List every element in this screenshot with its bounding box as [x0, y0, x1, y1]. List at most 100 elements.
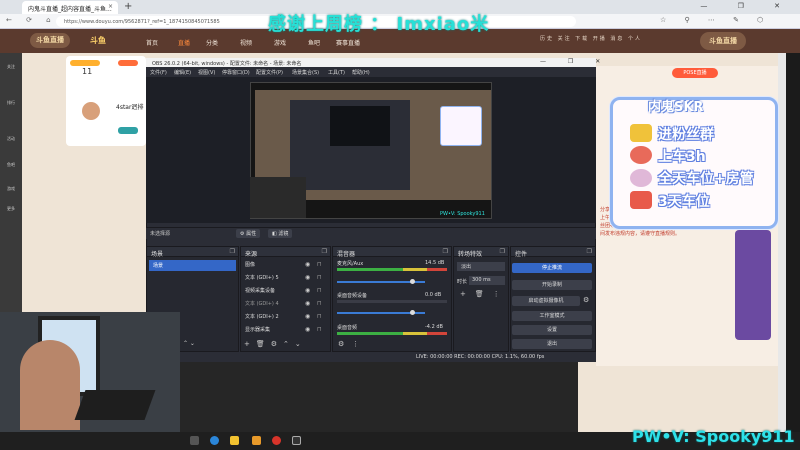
card-number: 11: [82, 67, 93, 76]
browser-tab[interactable]: 内鬼斗直播_超内容直播_斗鱼...: [22, 1, 118, 14]
menu-scene-collection[interactable]: 场景集合(S): [292, 69, 319, 76]
lock-icon[interactable]: ⊓: [317, 313, 322, 320]
folder-icon[interactable]: [230, 436, 239, 445]
mixer-channel-db: 0.0 dB: [425, 292, 442, 298]
eye-icon[interactable]: ◉: [305, 313, 310, 320]
notice-line-4: 3天车位: [658, 194, 710, 210]
stop-streaming-button[interactable]: 停止推流: [512, 263, 592, 273]
mixer-channel-name: 麦克风/Aux: [337, 261, 364, 267]
lock-icon[interactable]: ⊓: [317, 300, 322, 307]
eye-icon[interactable]: ◉: [305, 287, 310, 294]
dock-undock-icon[interactable]: ❐: [230, 248, 235, 255]
status-text: LIVE: 00:00:00 REC: 00:00:00 CPU: 1.1%, …: [416, 354, 545, 360]
start-recording-button[interactable]: 开始录制: [512, 280, 592, 290]
obs-icon[interactable]: [272, 436, 281, 445]
menu-docks[interactable]: 停靠窗口(D): [222, 69, 250, 76]
nav-item-live[interactable]: 直播: [178, 38, 190, 47]
lock-icon[interactable]: ⊓: [317, 261, 322, 268]
dock-undock-icon[interactable]: ❐: [443, 248, 448, 255]
nav-item-home[interactable]: 首页: [146, 38, 158, 47]
sidebar-item-games[interactable]: 游戏: [4, 186, 18, 192]
volume-slider-knob[interactable]: [410, 310, 415, 315]
scene-item-selected[interactable]: 场景: [149, 260, 236, 271]
start-virtual-camera-button[interactable]: 启动虚拟摄像机: [512, 296, 580, 306]
menu-edit[interactable]: 编辑(E): [174, 69, 191, 76]
settings-button[interactable]: 设置: [512, 325, 592, 335]
menu-help[interactable]: 帮助(H): [352, 69, 370, 76]
sidebar-item-activity[interactable]: 活动: [4, 136, 18, 142]
sidebar-item-follow[interactable]: 关注: [4, 64, 18, 70]
nav-item-category[interactable]: 分类: [206, 38, 218, 47]
dock-undock-icon[interactable]: ❐: [500, 248, 505, 255]
browser-tools[interactable]: ☆ ⚲ ⋯ ✎ ⬡: [660, 16, 771, 24]
dock-undock-icon[interactable]: ❐: [587, 248, 592, 255]
mixer-channel-db: -4.2 dB: [425, 324, 443, 330]
app-icon[interactable]: [252, 436, 261, 445]
menu-file[interactable]: 文件(F): [150, 69, 167, 76]
avatar[interactable]: [82, 102, 100, 120]
new-tab-button[interactable]: +: [124, 1, 132, 12]
desktop-area: [178, 362, 578, 432]
studio-mode-button[interactable]: 工作室模式: [512, 311, 592, 321]
rocket-red-icon: [630, 191, 652, 209]
site-logo[interactable]: 斗鱼直播: [30, 33, 70, 48]
source-item[interactable]: 视频采集设备 ◉ ⊓: [245, 287, 325, 299]
card-follow-button[interactable]: [118, 127, 138, 134]
exit-button[interactable]: 退出: [512, 339, 592, 349]
mixer-channel-name: 桌面音频设备: [337, 293, 368, 299]
nav-item-video[interactable]: 视频: [240, 38, 252, 47]
volume-meter: [337, 300, 447, 303]
site-logo-right[interactable]: 斗鱼直播: [700, 32, 746, 50]
scene-move-icons[interactable]: ⌃ ⌄: [183, 340, 195, 347]
mixer-toolbar-icons[interactable]: ⚙⋮: [338, 340, 367, 348]
properties-button[interactable]: ⚙ 属性: [236, 229, 261, 238]
page-scrollbar[interactable]: [778, 53, 786, 433]
nav-item-games[interactable]: 游戏: [274, 38, 286, 47]
eye-icon[interactable]: ◉: [305, 274, 310, 281]
nav-item-esports[interactable]: 赛事直播: [336, 38, 360, 47]
no-source-label: 未选择源: [150, 231, 171, 237]
obs-status-bar: LIVE: 00:00:00 REC: 00:00:00 CPU: 1.1%, …: [146, 352, 596, 362]
sidebar-item-rank[interactable]: 排行: [4, 100, 18, 106]
window-controls[interactable]: — ❐ ✕: [700, 2, 794, 10]
source-item[interactable]: 文本 (GDI+) 4 ◉ ⊓: [245, 300, 325, 312]
edge-icon[interactable]: [210, 436, 219, 445]
app-icon[interactable]: [292, 436, 301, 445]
volume-slider-knob[interactable]: [410, 279, 415, 284]
lock-icon[interactable]: ⊓: [317, 287, 322, 294]
header-icons[interactable]: 历史 关注 下载 开播 消息 个人: [540, 35, 642, 42]
source-item[interactable]: 文本 (GDI+) 5 ◉ ⊓: [245, 274, 325, 286]
dock-undock-icon[interactable]: ❐: [322, 248, 327, 255]
notice-title: 内鬼SKR: [648, 100, 704, 115]
site-logo-secondary[interactable]: 斗鱼: [90, 35, 106, 46]
filters-button[interactable]: ◧ 滤镜: [268, 229, 293, 238]
nav-buttons[interactable]: ← ⟳ ⌂: [6, 16, 57, 24]
transition-toolbar-icons[interactable]: +🗑⋮: [460, 290, 509, 298]
close-tab-icon[interactable]: ×: [108, 3, 113, 10]
transition-select[interactable]: 淡出: [457, 262, 505, 271]
eye-icon[interactable]: ◉: [305, 300, 310, 307]
notice-line-1: 进粉丝群: [658, 127, 714, 143]
obs-window-controls[interactable]: — ❐ ✕: [540, 58, 610, 65]
lock-icon[interactable]: ⊓: [317, 274, 322, 281]
eye-icon[interactable]: ◉: [305, 326, 310, 333]
eye-icon[interactable]: ◉: [305, 261, 310, 268]
virtual-camera-settings-icon[interactable]: ⚙: [583, 296, 589, 304]
card-badge: [70, 60, 100, 66]
webcam-keyboard: [74, 390, 156, 420]
source-item[interactable]: 文本 (GDI+) 2 ◉ ⊓: [245, 313, 325, 325]
source-item[interactable]: 图像 ◉ ⊓: [245, 261, 325, 273]
sidebar-item-yuba[interactable]: 鱼吧: [4, 162, 18, 168]
scenes-dock-title: 场景: [151, 251, 164, 258]
duration-input[interactable]: 300 ms: [469, 276, 505, 285]
promo-banner[interactable]: [735, 230, 771, 340]
source-toolbar-icons[interactable]: +🗑⚙⌃⌄: [244, 340, 307, 348]
menu-view[interactable]: 视图(V): [198, 69, 215, 76]
menu-profile[interactable]: 配置文件(P): [256, 69, 283, 76]
nav-item-yuba[interactable]: 鱼吧: [308, 38, 320, 47]
sidebar-item-more[interactable]: 更多: [4, 206, 18, 212]
search-icon[interactable]: [190, 436, 199, 445]
source-item[interactable]: 显示器采集 ◉ ⊓: [245, 326, 325, 338]
lock-icon[interactable]: ⊓: [317, 326, 322, 333]
menu-tools[interactable]: 工具(T): [328, 69, 345, 76]
